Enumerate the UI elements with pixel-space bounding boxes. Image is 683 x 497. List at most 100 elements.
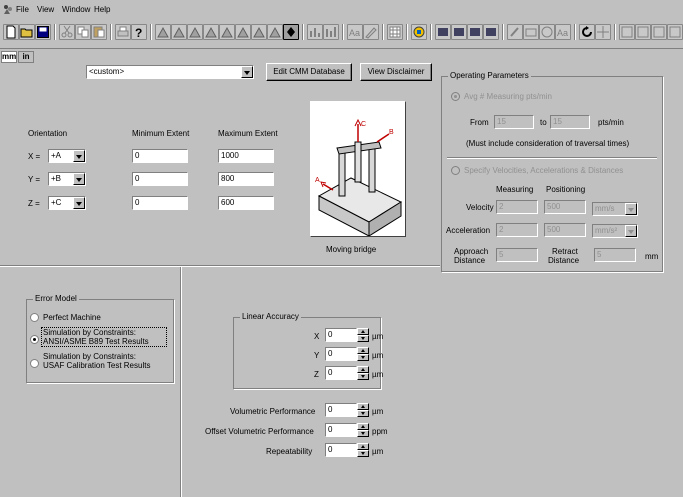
usaf-radio[interactable] — [30, 359, 39, 368]
menu-view[interactable]: View — [37, 5, 54, 14]
machine-4-icon[interactable] — [483, 24, 499, 40]
velocity-measuring-input[interactable]: 2 — [496, 200, 538, 214]
new-file-icon[interactable] — [3, 24, 19, 40]
min-extent-x-input[interactable]: 0 — [132, 149, 188, 163]
view-3-icon[interactable] — [651, 24, 667, 40]
accuracy-z-input[interactable]: 0 — [325, 366, 357, 380]
avg-measuring-radio[interactable] — [451, 92, 460, 101]
print-icon[interactable] — [115, 24, 131, 40]
help-icon[interactable]: ? — [131, 24, 147, 40]
save-icon[interactable] — [35, 24, 51, 40]
tool-6-icon[interactable] — [235, 24, 251, 40]
menu-help[interactable]: Help — [94, 5, 110, 14]
velocity-positioning-input[interactable]: 500 — [544, 200, 586, 214]
view-1-icon[interactable] — [619, 24, 635, 40]
accuracy-x-unit: µm — [372, 332, 384, 341]
velocity-unit-select[interactable]: mm/s — [592, 202, 638, 216]
offset-volumetric-performance-input[interactable]: 0 — [325, 423, 357, 437]
unit-tab-mm[interactable]: mm — [1, 51, 17, 63]
chevron-down-icon[interactable] — [73, 173, 85, 185]
max-extent-x-input[interactable]: 1000 — [218, 149, 274, 163]
repeatability-spinner[interactable] — [357, 443, 369, 457]
axis-z-label: Z = — [28, 199, 40, 208]
chart-2-icon[interactable] — [323, 24, 339, 40]
cut-icon[interactable] — [59, 24, 75, 40]
accuracy-x-spinner[interactable] — [357, 328, 369, 342]
min-extent-z-input[interactable]: 0 — [132, 196, 188, 210]
chevron-down-icon[interactable] — [625, 225, 637, 237]
accuracy-y-spinner[interactable] — [357, 347, 369, 361]
machine-1-icon[interactable] — [435, 24, 451, 40]
svg-text:Aa: Aa — [557, 28, 568, 38]
clock-icon[interactable] — [539, 24, 555, 40]
paste-icon[interactable] — [91, 24, 107, 40]
volumetric-performance-input[interactable]: 0 — [325, 403, 357, 417]
velocity-unit-value: mm/s — [595, 204, 615, 213]
machine-image-button[interactable]: C B A — [310, 101, 406, 237]
view-2-icon[interactable] — [635, 24, 651, 40]
traversal-note: (Must include consideration of traversal… — [466, 139, 630, 148]
view-4-icon[interactable] — [667, 24, 683, 40]
copy-icon[interactable] — [75, 24, 91, 40]
tool-7-icon[interactable] — [251, 24, 267, 40]
perfect-machine-radio[interactable] — [30, 313, 39, 322]
diamond-tool-icon[interactable] — [283, 24, 299, 40]
accel-measuring-input[interactable]: 2 — [496, 223, 538, 237]
camera-icon[interactable] — [523, 24, 539, 40]
orientation-z-select[interactable]: +C — [48, 196, 86, 210]
tool-1-icon[interactable] — [155, 24, 171, 40]
unit-tab-in[interactable]: in — [18, 51, 34, 63]
accuracy-x-input[interactable]: 0 — [325, 328, 357, 342]
view-disclaimer-button[interactable]: View Disclaimer — [360, 63, 432, 81]
chevron-down-icon[interactable] — [73, 150, 85, 162]
font-icon[interactable]: Aa — [347, 24, 363, 40]
tool-8-icon[interactable] — [267, 24, 283, 40]
chevron-down-icon[interactable] — [241, 66, 253, 78]
report-icon[interactable] — [411, 24, 427, 40]
tool-5-icon[interactable] — [219, 24, 235, 40]
svg-text:A: A — [315, 177, 320, 184]
chevron-down-icon[interactable] — [73, 197, 85, 209]
retract-distance-input[interactable]: 5 — [594, 248, 636, 262]
probe-icon[interactable] — [507, 24, 523, 40]
from-input[interactable]: 15 — [494, 115, 534, 129]
edit-cmm-database-button[interactable]: Edit CMM Database — [266, 63, 352, 81]
accel-unit-select[interactable]: mm/s² — [592, 224, 638, 238]
max-extent-z-input[interactable]: 600 — [218, 196, 274, 210]
svg-text:?: ? — [135, 26, 142, 39]
volumetric-performance-label: Volumetric Performance — [230, 407, 316, 416]
machine-select[interactable]: <custom> — [86, 65, 254, 79]
machine-2-icon[interactable] — [451, 24, 467, 40]
approach-distance-input[interactable]: 5 — [496, 248, 538, 262]
max-extent-y-input[interactable]: 800 — [218, 172, 274, 186]
repeatability-input[interactable]: 0 — [325, 443, 357, 457]
app-icon[interactable] — [3, 4, 13, 17]
pencil-icon[interactable] — [363, 24, 379, 40]
accel-positioning-input[interactable]: 500 — [544, 223, 586, 237]
machine-3-icon[interactable] — [467, 24, 483, 40]
to-input[interactable]: 15 — [550, 115, 590, 129]
orientation-x-select[interactable]: +A — [48, 149, 86, 163]
orientation-y-select[interactable]: +B — [48, 172, 86, 186]
menu-file[interactable]: File — [16, 5, 29, 14]
text-icon[interactable]: Aa — [555, 24, 571, 40]
svg-text:Aa: Aa — [349, 28, 360, 38]
accuracy-z-spinner[interactable] — [357, 366, 369, 380]
tool-2-icon[interactable] — [171, 24, 187, 40]
menu-window[interactable]: Window — [62, 5, 90, 14]
refresh-icon[interactable] — [579, 24, 595, 40]
ansi-asme-radio[interactable] — [30, 335, 39, 344]
accuracy-y-input[interactable]: 0 — [325, 347, 357, 361]
specify-velocities-radio[interactable] — [451, 166, 460, 175]
open-folder-icon[interactable] — [19, 24, 35, 40]
grid-icon[interactable] — [387, 24, 403, 40]
volumetric-performance-spinner[interactable] — [357, 403, 369, 417]
chevron-down-icon[interactable] — [625, 203, 637, 215]
min-extent-y-input[interactable]: 0 — [132, 172, 188, 186]
move-icon[interactable] — [595, 24, 611, 40]
offset-volumetric-performance-spinner[interactable] — [357, 423, 369, 437]
chart-1-icon[interactable] — [307, 24, 323, 40]
tool-4-icon[interactable] — [203, 24, 219, 40]
tool-3-icon[interactable] — [187, 24, 203, 40]
approach-label-line1: Approach — [454, 247, 489, 256]
